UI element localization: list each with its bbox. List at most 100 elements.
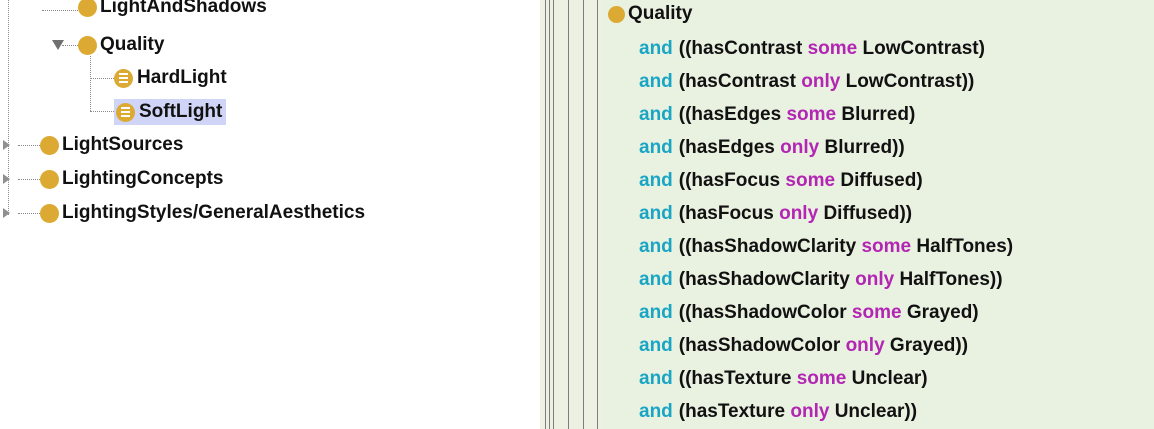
divider-line [549,0,550,429]
expression-property: ((hasTexture [678,368,792,389]
panel-split-divider[interactable] [540,0,602,429]
tree-connector-line [18,213,40,214]
tree-selection-highlight: SoftLight [114,99,227,125]
tree-item-label: LightingConcepts [62,168,224,189]
expression-row: and (hasContrast only LowContrast)) [639,67,974,97]
class-icon [78,0,97,17]
expression-property: ((hasFocus [678,170,781,191]
keyword-quantifier: only [845,335,885,356]
keyword-quantifier: some [851,302,902,323]
keyword-quantifier: some [796,368,847,389]
expression-row: and ((hasShadowColor some Grayed) [639,298,979,328]
expression-property: ((hasEdges [678,104,782,125]
class-icon [40,203,59,223]
keyword-and: and [639,38,673,59]
expression-head-label: Quality [628,3,693,24]
keyword-and: and [639,401,673,422]
keyword-and: and [639,104,673,125]
expression-filler: HalfTones)) [899,269,1003,290]
tree-item-hardlight[interactable]: HardLight [114,64,227,92]
keyword-quantifier: only [779,203,819,224]
defined-class-icon [114,68,133,88]
expression-filler: Diffused)) [823,203,913,224]
expression-filler: LowContrast)) [845,71,975,92]
expression-property: ((hasContrast [678,38,803,59]
expression-property: ((hasShadowClarity [678,236,857,257]
expression-property: ((hasShadowColor [678,302,847,323]
expression-filler: Unclear) [851,368,928,389]
tree-item-label: LightSources [62,134,184,155]
expression-row: and (hasShadowColor only Grayed)) [639,331,968,361]
collapse-toggle-icon[interactable] [3,174,10,184]
expression-property: (hasContrast [678,71,796,92]
class-icon [40,169,59,189]
expression-property: (hasShadowColor [678,335,841,356]
expression-filler: Blurred) [841,104,916,125]
tree-item-lightandshadows[interactable]: LightAndShadows [78,0,267,20]
class-icon [40,135,59,155]
expression-filler: HalfTones) [916,236,1014,257]
tree-item-lightsources[interactable]: LightSources [40,131,183,159]
tree-item-quality[interactable]: Quality [78,31,164,59]
collapse-toggle-icon[interactable] [3,208,10,218]
tree-item-label: HardLight [137,67,227,88]
class-icon [78,35,97,55]
expression-row: and ((hasTexture some Unclear) [639,364,928,394]
tree-connector-line [42,10,78,11]
class-hierarchy-tree: LightAndShadows Quality HardLight SoftLi… [0,0,540,429]
expression-row: and (hasTexture only Unclear)) [639,397,917,427]
class-icon [608,5,625,23]
defined-class-icon [116,102,135,122]
tree-connector-line [90,78,114,79]
expand-toggle-icon[interactable] [52,40,64,50]
expression-row: and ((hasShadowClarity some HalfTones) [639,232,1013,262]
keyword-and: and [639,368,673,389]
divider-line [583,0,584,429]
tree-connector-line [90,111,114,112]
tree-connector-line [90,56,91,111]
expression-filler: Unclear)) [834,401,918,422]
expression-filler: Grayed)) [889,335,969,356]
divider-line [553,0,554,429]
expression-property: (hasTexture [678,401,786,422]
keyword-and: and [639,203,673,224]
expression-filler: Grayed) [906,302,979,323]
expression-row: and ((hasFocus some Diffused) [639,166,923,196]
tree-item-lightingstyles[interactable]: LightingStyles/GeneralAesthetics [40,199,365,227]
expression-row: and ((hasEdges some Blurred) [639,100,915,130]
keyword-quantifier: only [801,71,841,92]
tree-connector-line [18,179,40,180]
expression-filler: Blurred)) [824,137,905,158]
keyword-quantifier: only [790,401,830,422]
keyword-quantifier: only [855,269,895,290]
keyword-and: and [639,302,673,323]
keyword-and: and [639,71,673,92]
expression-filler: Diffused) [840,170,923,191]
collapse-toggle-icon[interactable] [3,140,10,150]
class-expression-panel: Quality and ((hasContrast some LowContra… [602,0,1154,429]
expression-head: Quality [608,3,693,24]
keyword-and: and [639,137,673,158]
tree-item-softlight[interactable]: SoftLight [114,98,227,126]
tree-item-label: Quality [100,34,165,55]
expression-property: (hasFocus [678,203,774,224]
keyword-quantifier: some [786,104,837,125]
expression-row: and (hasEdges only Blurred)) [639,133,905,163]
keyword-quantifier: only [780,137,820,158]
tree-item-label: SoftLight [139,101,223,122]
expression-row: and ((hasContrast some LowContrast) [639,34,985,64]
expression-property: (hasEdges [678,137,775,158]
keyword-quantifier: some [785,170,836,191]
tree-item-label: LightAndShadows [100,0,267,17]
keyword-quantifier: some [861,236,912,257]
tree-item-label: LightingStyles/GeneralAesthetics [62,202,366,223]
keyword-and: and [639,335,673,356]
keyword-quantifier: some [807,38,858,59]
expression-filler: LowContrast) [862,38,985,59]
keyword-and: and [639,170,673,191]
expression-row: and (hasShadowClarity only HalfTones)) [639,265,1003,295]
expression-property: (hasShadowClarity [678,269,850,290]
tree-connector-line [18,145,40,146]
keyword-and: and [639,236,673,257]
tree-item-lightingconcepts[interactable]: LightingConcepts [40,165,223,193]
